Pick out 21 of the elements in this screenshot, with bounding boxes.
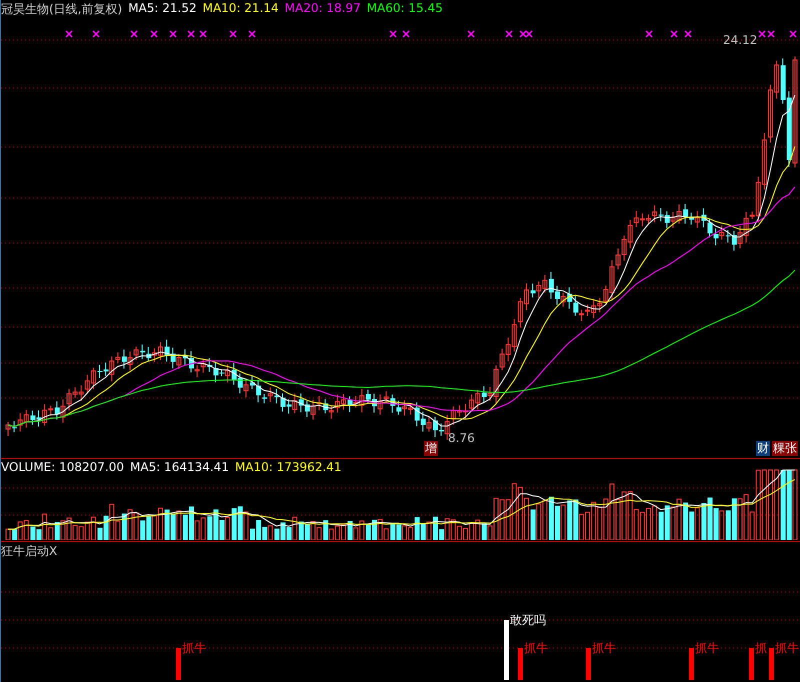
chart-title: 冠昊生物(日线,前复权) — [1, 1, 122, 18]
signal-label: 抓牛 — [775, 641, 799, 655]
signal-label: 抓牛 — [524, 641, 548, 655]
indicator-title: 狂牛启动X — [1, 543, 58, 560]
badge-label[interactable]: 增 — [424, 441, 438, 456]
indicator-value: VOLUME: 108207.00 — [1, 460, 124, 474]
indicator-value: MA5: 164134.41 — [130, 460, 229, 474]
signal-label: 敢死吗 — [510, 613, 546, 627]
signal-label: 抓 — [755, 641, 767, 655]
indicator-value: MA60: 15.45 — [366, 1, 443, 17]
badge-label[interactable]: 粿张 — [772, 441, 798, 456]
signal-label: 抓牛 — [182, 641, 206, 655]
badge-label[interactable]: 财 — [756, 441, 770, 456]
indicator-value: MA20: 18.97 — [284, 1, 361, 17]
signal-label: 抓牛 — [695, 641, 719, 655]
indicator-value: MA5: 21.52 — [128, 1, 197, 17]
indicator-value: MA10: 173962.41 — [234, 460, 342, 474]
indicator-value: MA10: 21.14 — [202, 1, 279, 17]
price-label: 24.12 — [723, 33, 758, 47]
price-label: 8.76 — [448, 431, 475, 445]
signal-label: 抓牛 — [592, 641, 616, 655]
